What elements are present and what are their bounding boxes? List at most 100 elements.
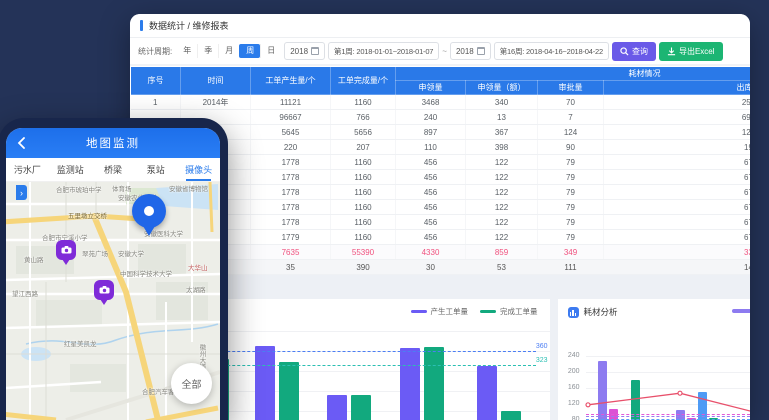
phone-tab-监测站[interactable]: 监测站 — [49, 158, 92, 181]
period-option-年[interactable]: 年 — [177, 44, 197, 58]
selected-location-pin[interactable] — [132, 194, 166, 228]
table-cell: 122 — [466, 185, 538, 200]
period-option-日[interactable]: 日 — [260, 44, 281, 58]
reference-label: 323 — [536, 357, 548, 364]
table-cell: 79 — [538, 170, 604, 185]
bar-produced — [400, 348, 420, 420]
table-cell: 67 — [604, 230, 751, 245]
table-cell: 14 — [604, 260, 751, 275]
period-option-季[interactable]: 季 — [197, 44, 218, 58]
phone-tab-污水厂[interactable]: 污水厂 — [6, 158, 49, 181]
bar-produced — [477, 366, 497, 420]
col-header: 工单完成量/个 — [331, 67, 396, 95]
table-cell: 30 — [396, 260, 466, 275]
table-cell: 207 — [331, 140, 396, 155]
table-cell: 90 — [538, 140, 604, 155]
camera-marker[interactable] — [94, 280, 114, 300]
table-cell: 1160 — [331, 170, 396, 185]
export-excel-button[interactable]: 导出Excel — [659, 42, 723, 61]
table-cell: 1778 — [251, 215, 331, 230]
phone-mockup: 地图监测 污水厂监测站桥梁泵站摄像头 — [0, 118, 228, 420]
table-cell: 1778 — [251, 185, 331, 200]
bar-chart-icon — [568, 307, 579, 318]
table-cell: 897 — [396, 125, 466, 140]
legend-label: 产生工单量 — [431, 306, 469, 317]
table-cell: 122 — [466, 215, 538, 230]
table-cell: 1160 — [331, 95, 396, 110]
calendar-icon — [311, 47, 319, 55]
start-week-input[interactable]: 第1周: 2018-01-01~2018-01-07 — [328, 42, 439, 60]
period-option-月[interactable]: 月 — [218, 44, 239, 58]
table-cell: 250 — [604, 95, 751, 110]
map-view[interactable]: 合肥市琥珀中学体育场安徽农业大学安徽省博物馆五里墩立交桥合肥市宁溪小学翠苑广场安… — [6, 182, 220, 420]
bar-produced — [327, 395, 347, 420]
phone-tab-摄像头[interactable]: 摄像头 — [177, 158, 220, 181]
end-week-input[interactable]: 第16周: 2018-04-16~2018-04-22 — [494, 42, 609, 60]
legend-swatch — [411, 310, 427, 313]
phone-title: 地图监测 — [86, 135, 140, 151]
pin-dot — [144, 206, 154, 216]
calendar-icon — [477, 47, 485, 55]
table-cell: 398 — [466, 140, 538, 155]
start-year-value: 2018 — [290, 47, 308, 56]
bar-completed — [424, 347, 444, 420]
search-icon — [620, 47, 629, 56]
table-cell: 859 — [466, 245, 538, 260]
table-cell: 390 — [331, 260, 396, 275]
breadcrumb: 数据统计 / 维修报表 — [130, 14, 750, 38]
table-cell: 456 — [396, 155, 466, 170]
legend-fragment — [732, 309, 750, 313]
bar-completed — [279, 362, 299, 420]
table-cell: 53 — [466, 260, 538, 275]
table-cell: 33 — [604, 245, 751, 260]
breadcrumb-accent — [140, 20, 143, 31]
table-cell: 340 — [466, 95, 538, 110]
table-cell: 1 — [131, 95, 181, 110]
table-cell: 7635 — [251, 245, 331, 260]
export-button-label: 导出Excel — [679, 46, 715, 57]
camera-icon — [61, 246, 72, 254]
table-cell: 79 — [538, 200, 604, 215]
table-cell: 125 — [604, 125, 751, 140]
period-option-周[interactable]: 周 — [239, 44, 260, 58]
table-cell: 55390 — [331, 245, 396, 260]
chart-panel-header: 耗材分析 — [558, 299, 751, 318]
breadcrumb-text: 数据统计 / 维修报表 — [149, 19, 229, 32]
end-year-value: 2018 — [456, 47, 474, 56]
table-cell: 456 — [396, 200, 466, 215]
col-header: 工单产生量/个 — [251, 67, 331, 95]
table-cell: 122 — [466, 170, 538, 185]
table-cell: 67 — [604, 155, 751, 170]
table-cell: 1160 — [331, 155, 396, 170]
table-cell: 13 — [466, 110, 538, 125]
show-all-button[interactable]: 全部 — [171, 363, 212, 404]
table-cell: 1160 — [331, 215, 396, 230]
table-cell: 79 — [538, 230, 604, 245]
table-cell: 456 — [396, 185, 466, 200]
period-segmented-control[interactable]: 年季月周日 — [177, 44, 281, 58]
back-icon[interactable] — [16, 137, 28, 149]
chart-legend: 产生工单量完成工单量 — [411, 306, 538, 317]
range-separator: ~ — [442, 47, 447, 56]
col-header: 序号 — [131, 67, 181, 95]
camera-marker[interactable] — [56, 240, 76, 260]
table-cell: 67 — [604, 185, 751, 200]
map-expand-button[interactable]: › — [16, 185, 27, 200]
table-cell: 19 — [604, 140, 751, 155]
phone-tabs: 污水厂监测站桥梁泵站摄像头 — [6, 158, 220, 182]
query-button[interactable]: 查询 — [612, 42, 656, 61]
phone-tab-泵站[interactable]: 泵站 — [134, 158, 177, 181]
table-cell: 240 — [396, 110, 466, 125]
table-row: 96667766240137690 — [131, 110, 751, 125]
sub-col-header: 出库量 — [604, 81, 751, 95]
phone-tab-桥梁[interactable]: 桥梁 — [92, 158, 135, 181]
table-cell: 1779 — [251, 230, 331, 245]
start-year-select[interactable]: 2018 — [284, 42, 325, 60]
bar-completed — [501, 411, 521, 420]
table-cell: 70 — [538, 95, 604, 110]
filter-toolbar: 统计周期: 年季月周日 2018 第1周: 2018-01-01~2018-01… — [130, 38, 750, 66]
end-year-select[interactable]: 2018 — [450, 42, 491, 60]
download-icon — [667, 47, 676, 56]
bar-completed — [351, 395, 371, 420]
phone-screen: 地图监测 污水厂监测站桥梁泵站摄像头 — [6, 128, 220, 420]
